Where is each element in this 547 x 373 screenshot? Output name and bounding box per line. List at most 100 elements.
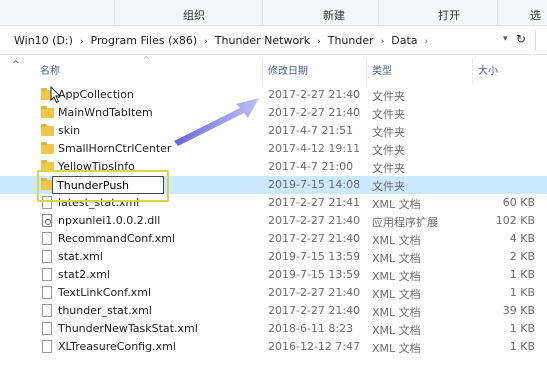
list-item[interactable]: ThunderNewTaskStat.xml 2018-6-11 8:23 XML … <box>0 320 547 338</box>
chevron-right-icon[interactable]: › <box>425 37 429 47</box>
file-list: AppCollection 2017-2-27 21:40 文件夹 MainWndT… <box>0 86 547 356</box>
file-name: AppCollection <box>58 88 134 101</box>
file-size: 4 KB <box>509 232 535 245</box>
list-item[interactable]: XLTreasureConfig.xml 2016-12-12 7:47 XML 文… <box>0 338 547 356</box>
file-type: 文件夹 <box>372 90 405 103</box>
file-icon <box>42 304 52 317</box>
file-type: XML 文档 <box>372 342 421 355</box>
column-divider[interactable] <box>366 58 367 84</box>
list-item[interactable]: stat.xml 2019-7-15 13:59 XML 文档 2 KB <box>0 248 547 266</box>
file-name: stat2.xml <box>58 268 110 281</box>
file-icon <box>42 232 52 245</box>
file-type: 文件夹 <box>372 108 405 121</box>
file-type: XML 文档 <box>372 234 421 247</box>
file-name: MainWndTabItem <box>58 106 153 119</box>
ribbon-separator <box>497 0 498 25</box>
file-date: 2017-4-12 19:11 <box>268 142 361 155</box>
ribbon-group-select[interactable]: 选 <box>530 7 541 23</box>
ribbon-group-organize[interactable]: 组织 <box>183 7 205 23</box>
file-size: 1 KB <box>509 322 535 335</box>
file-name: ThunderNewTaskStat.xml <box>58 322 198 335</box>
breadcrumb: Win10 (D:) › Program Files (x86) › Thunder N… <box>14 34 435 47</box>
file-date: 2017-2-27 21:40 <box>268 88 361 101</box>
file-date: 2019-7-15 13:59 <box>268 268 361 281</box>
file-size: 39 KB <box>502 304 535 317</box>
folder-icon <box>41 106 54 118</box>
ribbon-separator <box>262 0 263 25</box>
list-item[interactable]: RecommandConf.xml 2017-2-27 21:40 XML 文档 4 … <box>0 230 547 248</box>
file-size: 1 KB <box>509 286 535 299</box>
file-type: XML 文档 <box>372 306 421 319</box>
file-size: 102 KB <box>495 214 535 227</box>
file-icon <box>42 322 52 335</box>
list-item[interactable]: thunder_stat.xml 2017-2-27 21:40 XML 文档 39 … <box>0 302 547 320</box>
file-size: 60 KB <box>502 196 535 209</box>
file-icon <box>42 286 52 299</box>
file-name: SmallHornCtrlCenter <box>58 142 172 155</box>
file-name: RecommandConf.xml <box>58 232 176 245</box>
file-type: XML 文档 <box>372 288 421 301</box>
address-bar[interactable]: Win10 (D:) › Program Files (x86) › Thunder N… <box>0 28 547 55</box>
file-size: 1 KB <box>509 340 535 353</box>
column-header-type[interactable]: 类型 <box>372 62 392 84</box>
file-type: XML 文档 <box>372 324 421 337</box>
folder-icon <box>41 142 54 154</box>
list-item[interactable]: SmallHornCtrlCenter 2017-4-12 19:11 文件夹 <box>0 140 547 158</box>
file-date: 2017-4-7 21:51 <box>268 124 354 137</box>
file-type: 文件夹 <box>372 180 405 193</box>
column-divider[interactable] <box>262 58 263 84</box>
file-date: 2018-6-11 8:23 <box>268 322 354 335</box>
mouse-cursor-icon <box>50 86 62 104</box>
chevron-up-icon[interactable]: ^ <box>12 60 20 70</box>
file-name: stat.xml <box>58 250 103 263</box>
file-size: 1 KB <box>509 268 535 281</box>
chevron-right-icon[interactable]: › <box>381 37 385 47</box>
file-type: 文件夹 <box>372 162 405 175</box>
file-icon <box>42 340 52 353</box>
chevron-right-icon[interactable]: › <box>204 37 208 47</box>
ribbon-bar: 组织 新建 打开 选 <box>0 0 547 26</box>
file-type: XML 文档 <box>372 198 421 211</box>
file-type: XML 文档 <box>372 252 421 265</box>
file-date: 2019-7-15 14:08 <box>268 178 361 191</box>
ribbon-group-open[interactable]: 打开 <box>438 7 460 23</box>
chevron-right-icon[interactable]: › <box>80 37 84 47</box>
file-date: 2017-2-27 21:41 <box>268 196 361 209</box>
file-date: 2017-2-27 21:40 <box>268 286 361 299</box>
list-item[interactable]: skin 2017-4-7 21:51 文件夹 <box>0 122 547 140</box>
file-name: XLTreasureConfig.xml <box>58 340 176 353</box>
file-name: skin <box>58 124 81 137</box>
column-header-size[interactable]: 大小 <box>478 62 498 84</box>
breadcrumb-thunder[interactable]: Thunder <box>328 34 374 47</box>
list-item[interactable]: AppCollection 2017-2-27 21:40 文件夹 <box>0 86 547 104</box>
column-header-date[interactable]: 修改日期 <box>268 62 308 84</box>
file-icon <box>42 250 52 263</box>
chevron-down-icon[interactable]: ▾ <box>503 34 508 44</box>
file-name: thunder_stat.xml <box>58 304 152 317</box>
breadcrumb-data[interactable]: Data <box>391 34 417 47</box>
list-item[interactable]: npxunlei1.0.0.2.dll 2017-2-27 21:40 应用程序扩展… <box>0 212 547 230</box>
list-item[interactable]: MainWndTabItem 2017-2-27 21:40 文件夹 <box>0 104 547 122</box>
folder-icon <box>41 124 54 136</box>
breadcrumb-thunder-network[interactable]: Thunder Network <box>215 34 310 47</box>
column-header-name[interactable]: 名称 <box>40 62 60 84</box>
sort-ascending-icon: ^ <box>143 55 150 64</box>
file-type: 文件夹 <box>372 144 405 157</box>
file-date: 2016-12-12 7:47 <box>268 340 361 353</box>
list-item[interactable]: TextLinkConf.xml 2017-2-27 21:40 XML 文档 1 K… <box>0 284 547 302</box>
breadcrumb-drive[interactable]: Win10 (D:) <box>14 34 73 47</box>
list-item[interactable]: stat2.xml 2019-7-15 13:59 XML 文档 1 KB <box>0 266 547 284</box>
chevron-right-icon[interactable]: › <box>317 37 321 47</box>
file-date: 2019-7-15 13:59 <box>268 250 361 263</box>
refresh-icon[interactable]: ↻ <box>516 32 526 46</box>
file-name: TextLinkConf.xml <box>58 286 152 299</box>
file-date: 2017-4-7 21:00 <box>268 160 354 173</box>
address-divider <box>535 31 536 51</box>
ribbon-group-new[interactable]: 新建 <box>323 7 345 23</box>
breadcrumb-program-files[interactable]: Program Files (x86) <box>91 34 198 47</box>
column-divider[interactable] <box>472 58 473 84</box>
ribbon-separator <box>378 0 379 25</box>
file-date: 2017-2-27 21:40 <box>268 232 361 245</box>
ribbon-separator <box>114 0 115 25</box>
file-date: 2017-2-27 21:40 <box>268 106 361 119</box>
